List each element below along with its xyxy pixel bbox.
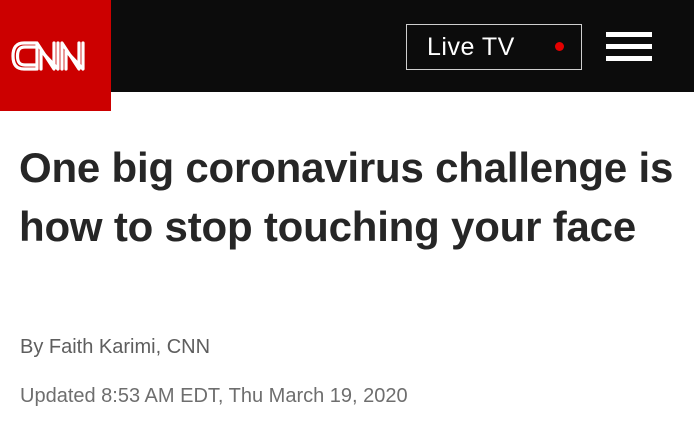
- top-nav-bar: Live TV: [0, 0, 694, 111]
- menu-bar-middle: [606, 44, 652, 49]
- live-tv-label: Live TV: [427, 32, 515, 61]
- cnn-logo-mark: [10, 40, 85, 71]
- article-headline: One big coronavirus challenge is how to …: [19, 144, 674, 250]
- menu-bar-top: [606, 32, 652, 37]
- live-tv-button[interactable]: Live TV: [406, 24, 582, 70]
- article-timestamp: Updated 8:53 AM EDT, Thu March 19, 2020: [20, 385, 408, 407]
- hamburger-menu-icon[interactable]: [606, 32, 652, 62]
- live-indicator-icon: [555, 42, 564, 51]
- menu-bar-bottom: [606, 56, 652, 61]
- article-byline: By Faith Karimi, CNN: [20, 336, 211, 358]
- cnn-logo[interactable]: [0, 0, 111, 111]
